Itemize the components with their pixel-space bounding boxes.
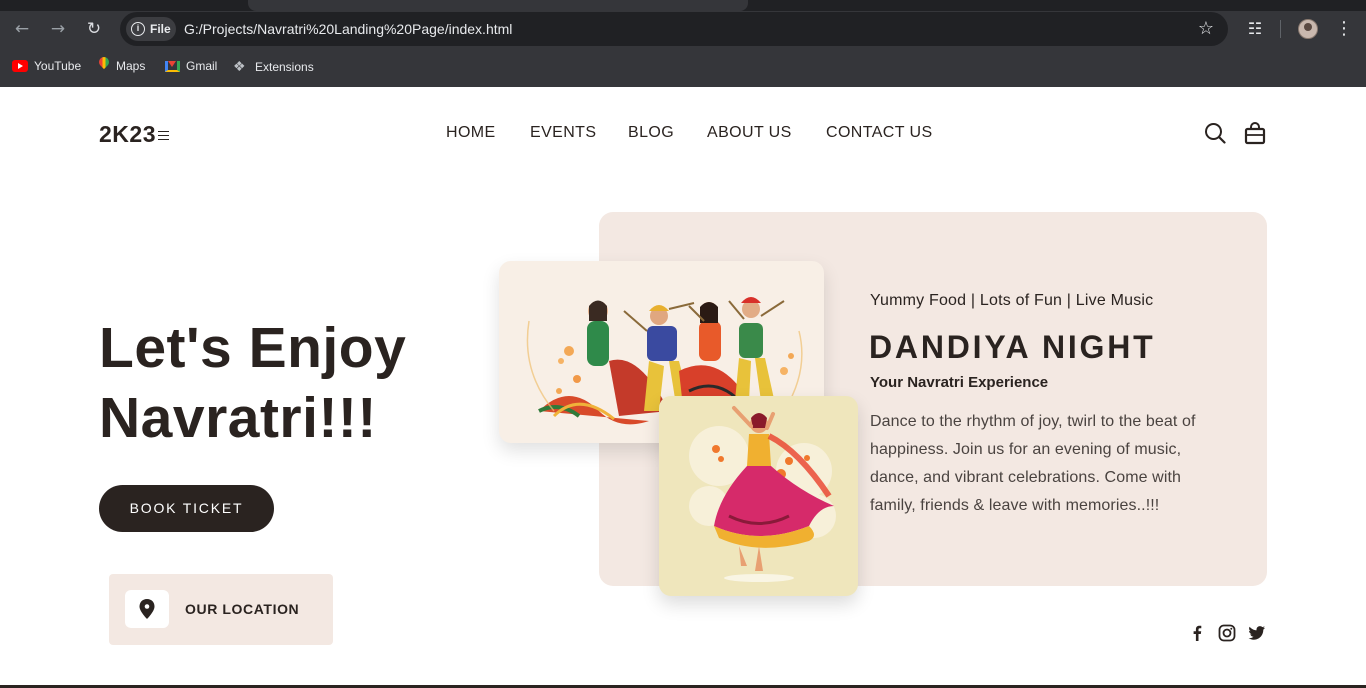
- hero-title-line: Navratri!!!: [99, 386, 377, 450]
- youtube-icon: [12, 60, 28, 72]
- active-tab[interactable]: [248, 0, 748, 11]
- bookmark-extensions[interactable]: ❖ Extensions: [233, 54, 314, 78]
- nav-blog[interactable]: BLOG: [628, 124, 674, 142]
- garba-dancer-image: [659, 396, 858, 596]
- twitter-icon[interactable]: [1248, 624, 1266, 642]
- nav-contact-us[interactable]: CONTACT US: [826, 124, 933, 142]
- location-pin-box: [125, 590, 169, 628]
- event-description: Dance to the rhythm of joy, twirl to the…: [870, 413, 1196, 514]
- bookmark-gmail[interactable]: Gmail: [165, 54, 217, 78]
- bookmark-youtube[interactable]: YouTube: [12, 54, 81, 78]
- event-tagline: Yummy Food | Lots of Fun | Live Music: [870, 292, 1154, 309]
- facebook-icon[interactable]: [1188, 624, 1206, 642]
- more-menu-icon[interactable]: ⋮: [1334, 18, 1354, 40]
- extensions-icon[interactable]: ☷: [1244, 18, 1266, 40]
- bookmark-star-icon[interactable]: ☆: [1198, 19, 1214, 39]
- bookmark-maps[interactable]: Maps: [98, 54, 145, 78]
- forward-arrow-icon[interactable]: →: [47, 18, 69, 40]
- location-label: OUR LOCATION: [185, 601, 300, 617]
- nav-home[interactable]: HOME: [446, 124, 496, 142]
- bookmark-label: YouTube: [34, 59, 82, 73]
- reload-icon[interactable]: ↻: [83, 18, 105, 40]
- event-title: DANDIYA NIGHT: [869, 329, 1156, 365]
- gmail-icon: [165, 61, 180, 72]
- puzzle-icon: ❖: [233, 58, 246, 74]
- bookmark-label: Gmail: [186, 59, 218, 73]
- hero-title-line: Let's Enjoy: [99, 316, 407, 380]
- main-nav: HOME EVENTS BLOG ABOUT US CONTACT US: [0, 124, 1366, 144]
- bookmark-label: Extensions: [255, 60, 314, 74]
- bookmark-label: Maps: [116, 59, 146, 73]
- address-bar[interactable]: i File G:/Projects/Navratri%20Landing%20…: [120, 12, 1228, 46]
- browser-chrome: ← → ↻ i File G:/Projects/Navratri%20Land…: [0, 0, 1366, 87]
- maps-icon: [98, 57, 110, 72]
- nav-events[interactable]: EVENTS: [530, 124, 596, 142]
- nav-about-us[interactable]: ABOUT US: [707, 124, 792, 142]
- search-icon[interactable]: [1204, 122, 1226, 144]
- location-pin-icon: [139, 599, 155, 619]
- toolbar-divider: [1280, 20, 1281, 38]
- book-ticket-button[interactable]: BOOK TICKET: [99, 485, 274, 532]
- location-card[interactable]: OUR LOCATION: [109, 574, 333, 645]
- hero-title: Let's Enjoy Navratri!!!: [99, 313, 406, 453]
- tab-strip: [0, 0, 1366, 11]
- landing-page: 2K23 HOME EVENTS BLOG ABOUT US CONTACT U…: [0, 87, 1366, 688]
- info-icon: i: [131, 22, 145, 36]
- url-text[interactable]: G:/Projects/Navratri%20Landing%20Page/in…: [184, 12, 512, 46]
- instagram-icon[interactable]: [1218, 624, 1236, 642]
- event-subtitle: Your Navratri Experience: [870, 374, 1049, 391]
- site-info-chip[interactable]: i File: [126, 17, 176, 41]
- profile-avatar[interactable]: [1298, 19, 1318, 39]
- file-chip-label: File: [150, 22, 171, 36]
- shopping-bag-icon[interactable]: [1244, 121, 1266, 145]
- back-arrow-icon[interactable]: ←: [11, 18, 33, 40]
